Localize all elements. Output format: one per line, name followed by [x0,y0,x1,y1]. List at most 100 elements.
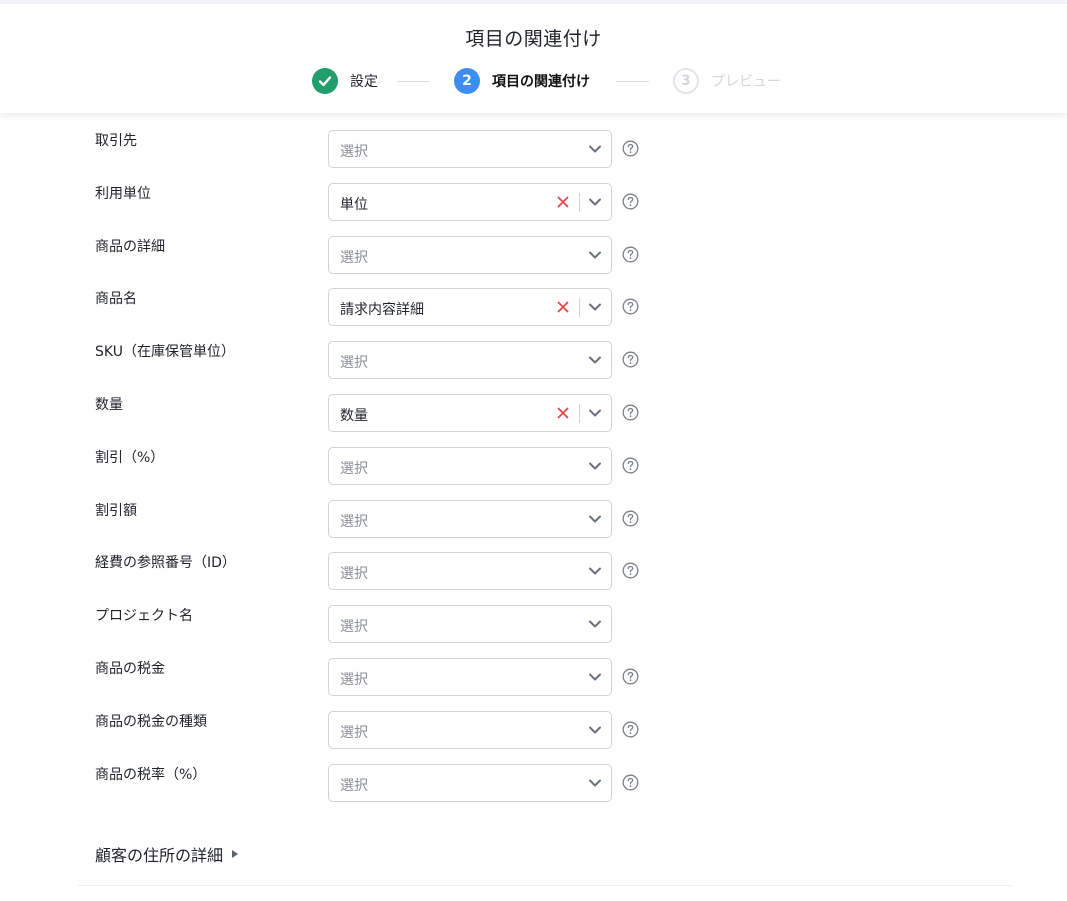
select-placeholder: 選択 [340,724,368,741]
select-divider [579,298,580,318]
question-circle-icon[interactable] [622,457,639,474]
step-connector [397,81,430,82]
field-row: SKU（在庫保管単位） 選択 [0,341,1067,381]
step-label-preview: プレビュー [711,74,781,90]
field-select[interactable]: 選択 [328,605,612,644]
question-circle-icon[interactable] [622,140,639,157]
close-icon[interactable] [554,193,572,211]
field-label: 商品の詳細 [95,238,165,255]
step-field-mapping[interactable]: 2 項目の関連付け [454,66,590,96]
chevron-down-icon[interactable] [588,460,602,472]
step-preview[interactable]: 3 プレビュー [673,66,781,96]
step-label-field-mapping: 項目の関連付け [492,74,590,90]
field-select[interactable]: 選択 [328,130,612,168]
field-label: 商品の税金の種類 [95,713,207,730]
field-select[interactable]: 選択 [328,763,612,802]
field-select[interactable]: 請求内容詳細 [328,288,612,327]
chevron-down-icon[interactable] [588,196,602,208]
field-label: 商品の税金 [95,661,165,677]
question-circle-icon[interactable] [622,510,639,527]
check-icon [318,76,332,87]
question-circle-icon[interactable] [622,721,639,738]
question-circle-icon[interactable] [622,246,639,263]
customer-address-details-toggle[interactable]: 顧客の住所の詳細 [95,842,239,866]
step-connector [616,81,649,82]
close-icon[interactable] [554,404,572,422]
select-value: 請求内容詳細 [340,302,424,319]
chevron-down-icon[interactable] [588,618,602,630]
field-select[interactable]: 選択 [328,341,612,380]
page-title: 項目の関連付け [465,28,602,50]
select-divider [579,404,580,423]
field-select[interactable]: 選択 [328,552,612,591]
field-select[interactable]: 選択 [328,446,612,485]
field-row: 商品名請求内容詳細 [0,288,1067,328]
question-circle-icon[interactable] [622,668,639,685]
field-row: 取引先選択 [0,130,1067,170]
stepper: 設定 2 項目の関連付け 3 プレビュー [0,66,1067,96]
field-select[interactable]: 単位 [328,182,612,221]
field-row: 数量 数量 [0,394,1067,434]
chevron-down-icon[interactable] [588,143,602,155]
question-circle-icon[interactable] [622,562,639,579]
select-value: 数量 [340,408,368,424]
field-select[interactable]: 選択 [328,710,612,749]
chevron-down-icon[interactable] [588,671,602,683]
header: 項目の関連付け 設定 2 項目の関連付け 3 プレビュー [0,4,1067,113]
step-settings[interactable]: 設定 [312,66,378,96]
select-placeholder: 選択 [340,144,368,160]
field-label: 取引先 [95,133,137,149]
select-placeholder: 選択 [340,460,368,477]
chevron-down-icon[interactable] [588,354,602,366]
field-label: 数量 [95,397,123,413]
field-label: SKU（在庫保管単位） [95,344,235,361]
select-placeholder: 選択 [340,249,368,266]
field-select[interactable]: 選択 [328,658,612,696]
question-circle-icon[interactable] [622,298,639,315]
select-placeholder: 選択 [340,672,368,688]
chevron-down-icon[interactable] [588,513,602,525]
field-row: 商品の税率（%） 選択 [0,763,1067,804]
chevron-down-icon[interactable] [588,249,602,261]
step-circle-preview: 3 [673,68,699,94]
select-placeholder: 選択 [340,566,368,583]
field-row: プロジェクト名選択 [0,605,1067,645]
select-placeholder: 選択 [340,777,368,794]
step-circle-settings [312,68,338,94]
field-label: 割引額 [95,502,137,519]
field-row: 商品の詳細選択 [0,235,1067,276]
field-label: 商品の税率（%） [95,766,207,783]
field-row: 割引額選択 [0,499,1067,540]
field-row: 商品の税金選択 [0,658,1067,698]
field-label: 商品名 [95,291,137,308]
step-label-settings: 設定 [350,74,378,90]
field-select[interactable]: 選択 [328,499,612,538]
step-circle-field-mapping: 2 [454,68,480,94]
section-divider [78,885,1012,886]
question-circle-icon[interactable] [622,351,639,368]
select-placeholder: 選択 [340,355,368,372]
question-circle-icon[interactable] [622,193,639,210]
chevron-down-icon[interactable] [588,777,602,789]
section-title: 顧客の住所の詳細 [95,846,224,865]
chevron-down-icon[interactable] [588,407,602,419]
select-placeholder: 選択 [340,513,368,530]
select-placeholder: 選択 [340,619,368,636]
close-icon[interactable] [554,298,572,316]
field-label: プロジェクト名 [95,608,193,625]
page: 項目の関連付け 設定 2 項目の関連付け 3 プレビュー 取引先 選択 利用単位… [0,0,1067,901]
field-select[interactable]: 選択 [328,235,612,274]
question-circle-icon[interactable] [622,404,639,421]
chevron-down-icon[interactable] [588,724,602,736]
select-divider [579,192,580,212]
question-circle-icon[interactable] [622,774,639,791]
select-value: 単位 [340,196,368,213]
field-row: 割引（%） 選択 [0,446,1067,487]
field-row: 利用単位 単位 [0,182,1067,223]
field-label: 割引（%） [95,449,165,466]
field-row: 商品の税金の種類選択 [0,710,1067,751]
field-label: 経費の参照番号（ID） [95,555,236,572]
chevron-down-icon[interactable] [588,565,602,577]
chevron-down-icon[interactable] [588,301,602,313]
field-select[interactable]: 数量 [328,394,612,432]
